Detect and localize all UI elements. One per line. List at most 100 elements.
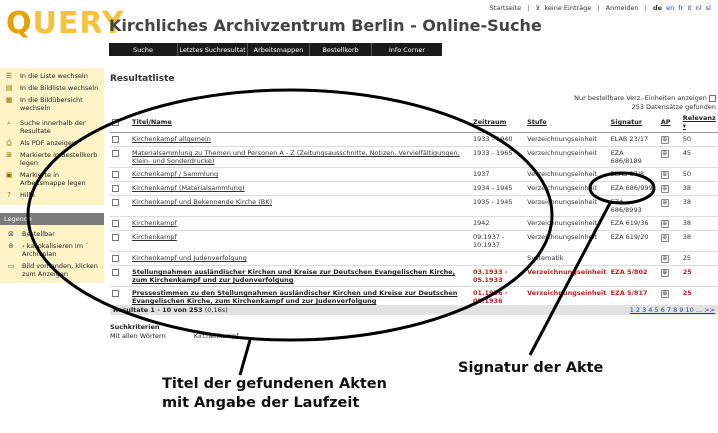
lang-it[interactable]: it <box>686 4 692 12</box>
nav-suche[interactable]: Suche <box>109 43 178 56</box>
sidebar-item-label: Als PDF anzeigen <box>20 139 76 147</box>
row-signature: EZA 619/36 <box>610 219 649 227</box>
criteria-value: Kirchenkampf <box>193 332 239 340</box>
row-title-link[interactable]: Kirchenkampf allgemein <box>132 135 211 143</box>
locate-icon[interactable]: ⊕ <box>660 269 669 277</box>
sidebar-item-liste[interactable]: ☰ In die Liste wechseln <box>0 70 104 82</box>
nav-bestellkorb[interactable]: Bestellkorb <box>310 43 372 56</box>
row-title-link[interactable]: Kirchenkampf (Materialsammlung) <box>132 184 245 192</box>
row-title-link[interactable]: Stellungnahmen ausländischer Kirchen und… <box>132 268 455 284</box>
row-checkbox[interactable] <box>112 233 119 241</box>
column-signature[interactable]: Signatur <box>608 112 659 133</box>
row-checkbox[interactable] <box>112 149 119 157</box>
row-title-link[interactable]: Materialsammlung zu Themen und Personen … <box>132 149 460 165</box>
select-all-checkbox[interactable] <box>112 118 119 126</box>
row-checkbox[interactable] <box>112 289 119 297</box>
row-relevance: 38 <box>682 219 692 227</box>
row-signature: EZA 686/8189 <box>610 149 642 165</box>
legend: ⊠ Bestellbar ⊕ › kaLokalisieren im ´ Arc… <box>0 225 104 283</box>
row-level: Verzeichnungseinheit <box>527 135 597 143</box>
legend-item-bild: ▭ Bild vorhanden, klicken zum Anzeigen <box>0 260 104 280</box>
row-title-link[interactable]: Kirchenkampf <box>132 233 177 241</box>
sidebar-item-pdf[interactable]: ⎙ Als PDF anzeigen <box>0 137 104 149</box>
sidebar-item-label: In die Liste wechseln <box>20 72 88 80</box>
nav-info-corner[interactable]: Info Corner <box>372 43 442 56</box>
lang-en[interactable]: en <box>665 4 675 12</box>
locate-icon[interactable]: ⊕ <box>660 255 669 263</box>
table-row: Stellungnahmen ausländischer Kirchen und… <box>110 266 718 287</box>
nav-letztes-suchresultat[interactable]: Letztes Suchresultat <box>178 43 248 56</box>
list-icon: ☰ <box>5 72 13 80</box>
row-title-link[interactable]: Kirchenkampf und Judenverfolgung <box>132 254 247 262</box>
row-checkbox-cell <box>110 231 130 252</box>
locate-icon: ⊕ <box>8 242 14 250</box>
main-content: Resultatliste Nur bestellbare Verz.-Einh… <box>110 68 718 340</box>
orderable-filter-checkbox[interactable] <box>709 94 716 102</box>
row-checkbox[interactable] <box>112 268 119 276</box>
column-ap[interactable]: AP <box>658 112 681 133</box>
result-pagination-bar: Resultate 1 - 10 von 253 (0,16s) 1 2 3 4… <box>110 305 718 315</box>
sidebar-item-suche-innerhalb[interactable]: ⌕ Suche innerhalb der Resultate <box>0 117 104 137</box>
row-ap-cell: ⊕ <box>659 252 681 266</box>
locate-icon[interactable]: ⊕ <box>660 185 669 193</box>
locate-icon[interactable]: ⊕ <box>660 150 669 158</box>
row-title-link[interactable]: Pressestimmen zu den Stellungnahmen ausl… <box>132 289 457 305</box>
image-list-icon: ▤ <box>5 84 13 92</box>
lang-sl[interactable]: sl <box>705 4 712 12</box>
sidebar-item-arbeitsmappe[interactable]: ▣ Markierte in Arbeitsmappe legen <box>0 169 104 189</box>
column-period[interactable]: Zeitraum <box>470 112 526 133</box>
row-checkbox[interactable] <box>112 254 119 262</box>
row-checkbox[interactable] <box>112 219 119 227</box>
locate-icon[interactable]: ⊕ <box>660 171 669 179</box>
row-period: 1934 - 1945 <box>472 184 513 192</box>
locate-icon[interactable]: ⊕ <box>660 136 669 144</box>
criteria-label: Mit allen Wörtern <box>110 332 166 340</box>
lang-fr[interactable]: fr <box>677 4 684 12</box>
row-checkbox[interactable] <box>112 135 119 143</box>
row-title: Kirchenkampf (Materialsammlung) <box>130 182 471 196</box>
row-title: Kirchenkampf und Judenverfolgung <box>130 252 471 266</box>
column-relevance[interactable]: Relevanz ▾ <box>680 112 718 133</box>
row-relevance: 38 <box>682 198 692 206</box>
pagination-links[interactable]: 1 2 3 4 5 6 7 8 9 10 ... >> <box>630 306 715 314</box>
anmelden-link[interactable]: Anmelden <box>605 4 640 12</box>
row-checkbox-cell <box>110 147 130 168</box>
sidebar-item-label: In die Bildliste wechseln <box>20 84 99 92</box>
search-criteria: Suchkriterien Mit allen Wörtern Kirchenk… <box>110 323 239 340</box>
relevance-label: Relevanz <box>682 114 716 122</box>
keine-eintraege-link[interactable]: keine Einträge <box>543 4 592 12</box>
sidebar-item-label: In die Bildübersicht wechseln <box>20 96 83 112</box>
nav-arbeitsmappen[interactable]: Arbeitsmappen <box>248 43 310 56</box>
lang-de[interactable]: de <box>652 4 663 12</box>
column-title[interactable]: Titel/Name <box>130 112 471 133</box>
site-title: Kirchliches Archivzentrum Berlin - Onlin… <box>109 16 542 35</box>
annotation-titles-line2: mit Angabe der Laufzeit <box>162 395 360 411</box>
lang-nl[interactable]: nl <box>695 4 703 12</box>
row-period: 1937 <box>472 170 490 178</box>
table-row: Kirchenkampf (Materialsammlung) 1934 - 19… <box>110 182 718 196</box>
annotation-titles: Titel der gefundenen Akten mit Angabe de… <box>162 375 387 413</box>
row-checkbox[interactable] <box>112 198 119 206</box>
sidebar-item-bilduebersicht[interactable]: ▦ In die Bildübersicht wechseln <box>0 94 104 114</box>
row-checkbox-cell <box>110 217 130 231</box>
sidebar-item-hilfe[interactable]: ? Hilfe <box>0 189 104 201</box>
criteria-heading: Suchkriterien <box>110 323 160 331</box>
row-checkbox-cell <box>110 196 130 217</box>
locate-icon[interactable]: ⊕ <box>660 199 669 207</box>
locate-icon[interactable]: ⊕ <box>660 234 669 242</box>
sidebar-item-bestellkorb[interactable]: ⊞ Markierte in Bestellkorb legen <box>0 149 104 169</box>
orderable-filter: Nur bestellbare Verz.-Einheiten anzeigen <box>574 94 716 102</box>
row-title-link[interactable]: Kirchenkampf <box>132 219 177 227</box>
startseite-link[interactable]: Startseite <box>489 4 523 12</box>
row-checkbox[interactable] <box>112 184 119 192</box>
row-title-link[interactable]: Kirchenkampf und Bekennende Kirche (BK) <box>132 198 272 206</box>
locate-icon[interactable]: ⊕ <box>660 290 669 298</box>
sidebar-item-bildliste[interactable]: ▤ In die Bildliste wechseln <box>0 82 104 94</box>
locate-icon[interactable]: ⊕ <box>660 220 669 228</box>
row-relevance: 45 <box>682 149 692 157</box>
row-checkbox-cell <box>110 182 130 196</box>
pdf-icon: ⎙ <box>6 139 12 147</box>
row-title-link[interactable]: Kirchenkampf / Sammlung <box>132 170 218 178</box>
row-checkbox[interactable] <box>112 170 119 178</box>
column-level[interactable]: Stufe <box>525 112 609 133</box>
